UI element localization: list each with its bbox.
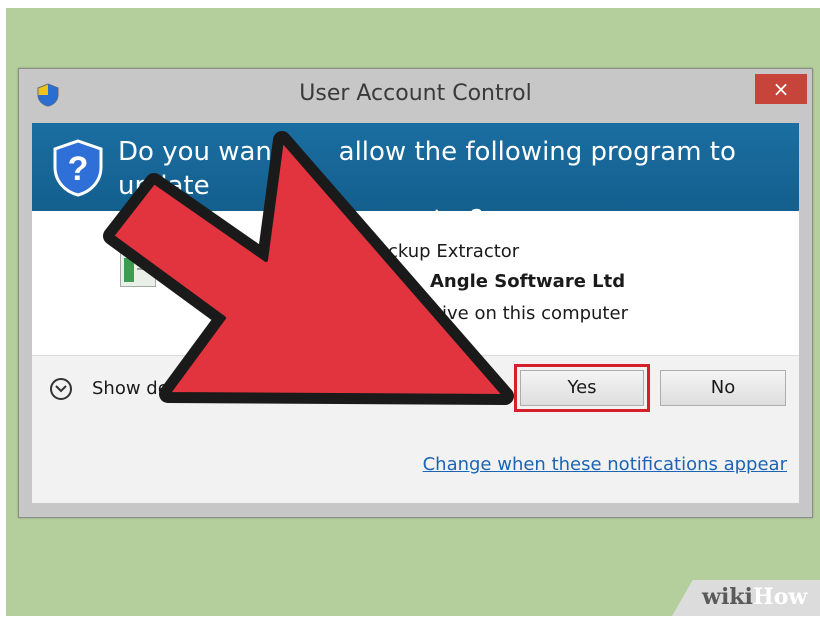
file-origin-label: Fil [208,303,228,324]
yes-button[interactable]: Yes [514,364,650,412]
program-name: ckup Extractor [388,241,520,262]
verified-publisher: Angle Software Ltd [430,271,626,292]
chevron-down-icon[interactable] [50,378,72,400]
dialog-footer: Change when these notifications appear [32,426,799,503]
action-row: Show details Yes No [32,356,799,426]
uac-shield-icon: ? [53,139,103,197]
app-icon [120,253,156,287]
svg-text:?: ? [68,150,89,188]
file-origin-value: ive on this computer [442,303,628,324]
uac-dialog: User Account Control × ? Do you want all… [18,68,813,518]
window-title: User Account Control [299,81,532,106]
change-notifications-link[interactable]: Change when these notifications appear [423,454,787,475]
question-part: Do you want [118,137,283,167]
prompt-header: ? Do you want allow the following progra… [32,123,799,235]
title-bar: User Account Control × [19,69,812,123]
wikihow-watermark: wikiHow [672,580,820,616]
no-button[interactable]: No [660,370,786,406]
show-details-toggle[interactable]: Show details [92,378,206,399]
close-button[interactable]: × [755,74,807,104]
dialog-content: ? Do you want allow the following progra… [32,123,799,503]
close-icon: × [772,77,790,101]
watermark-text: wikiHow [702,584,808,610]
program-info: ckup Extractor Angle Software Ltd Fil iv… [32,211,799,355]
